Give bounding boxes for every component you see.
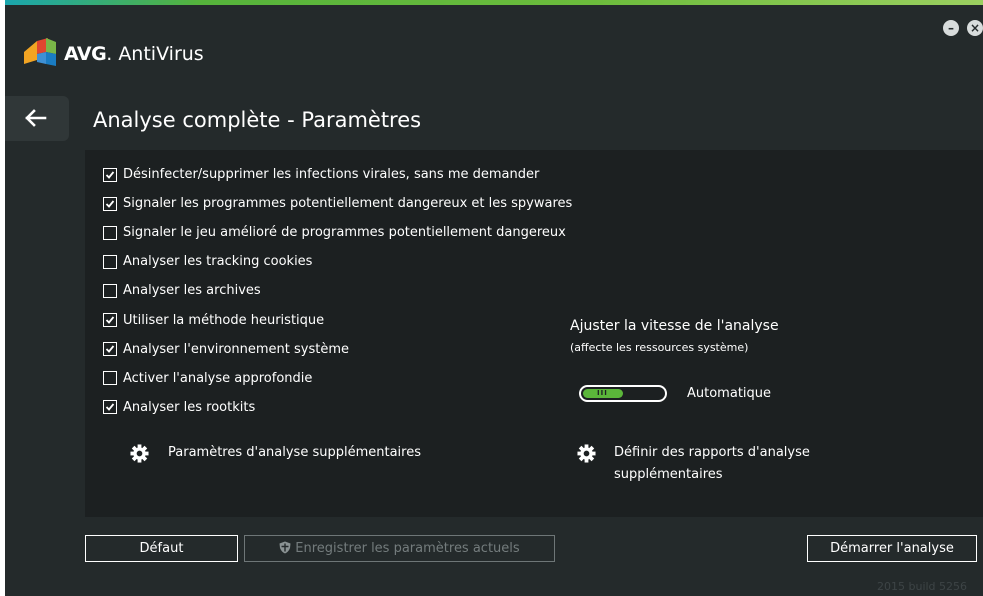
option-system-environment[interactable]: Analyser l'environnement système bbox=[103, 335, 572, 364]
option-archives[interactable]: Analyser les archives bbox=[103, 276, 572, 305]
page-title: Analyse complète - Paramètres bbox=[93, 108, 422, 132]
option-label: Analyser les rootkits bbox=[123, 399, 256, 415]
start-scan-button[interactable]: Démarrer l'analyse bbox=[807, 535, 977, 562]
option-label: Activer l'analyse approfondie bbox=[123, 370, 313, 386]
checkbox[interactable] bbox=[103, 167, 117, 182]
back-button[interactable] bbox=[5, 96, 69, 141]
checkbox[interactable] bbox=[103, 400, 117, 415]
app-title: AVG. AntiVirus bbox=[64, 43, 204, 65]
speed-slider[interactable]: III bbox=[579, 385, 667, 402]
check-icon bbox=[105, 170, 115, 179]
checkbox[interactable] bbox=[103, 371, 117, 386]
slider-grip-icon[interactable]: III bbox=[597, 389, 608, 398]
additional-settings-link[interactable]: Paramètres d'analyse supplémentaires bbox=[168, 442, 421, 464]
title-accent-bar bbox=[5, 0, 983, 5]
option-thorough-scan[interactable]: Activer l'analyse approfondie bbox=[103, 364, 572, 393]
app-brand: AVG bbox=[64, 43, 107, 65]
app-product: AntiVirus bbox=[118, 43, 204, 65]
option-label: Signaler les programmes potentiellement … bbox=[123, 196, 573, 212]
option-label: Analyser les tracking cookies bbox=[123, 254, 313, 270]
option-disinfect[interactable]: Désinfecter/supprimer les infections vir… bbox=[103, 160, 572, 189]
gear-icon[interactable] bbox=[577, 444, 596, 463]
checkbox[interactable] bbox=[103, 313, 117, 328]
gear-icon[interactable] bbox=[130, 444, 149, 463]
option-label: Analyser les archives bbox=[123, 283, 261, 299]
scan-options-list: Désinfecter/supprimer les infections vir… bbox=[103, 160, 572, 422]
option-tracking-cookies[interactable]: Analyser les tracking cookies bbox=[103, 247, 572, 276]
check-icon bbox=[105, 316, 115, 324]
option-label: Signaler le jeu amélioré de programmes p… bbox=[123, 225, 566, 241]
build-label: 2015 build 5256 bbox=[877, 580, 968, 593]
close-button[interactable]: × bbox=[967, 20, 983, 36]
checkbox[interactable] bbox=[103, 342, 117, 357]
additional-reports-link[interactable]: Définir des rapports d'analyse supplémen… bbox=[614, 442, 874, 486]
speed-title: Ajuster la vitesse de l'analyse bbox=[570, 318, 779, 334]
option-label: Utiliser la méthode heuristique bbox=[123, 312, 325, 328]
option-label: Analyser l'environnement système bbox=[123, 341, 349, 357]
app-window: – × AVG. AntiVirus Analyse complète - Pa… bbox=[5, 0, 983, 596]
save-settings-button[interactable]: Enregistrer les paramètres actuels bbox=[244, 535, 555, 562]
option-label: Désinfecter/supprimer les infections vir… bbox=[123, 167, 540, 183]
checkbox[interactable] bbox=[103, 254, 117, 269]
minimize-button[interactable]: – bbox=[943, 20, 959, 36]
checkbox[interactable] bbox=[103, 196, 117, 211]
speed-subtitle: (affecte les ressources système) bbox=[570, 341, 749, 354]
checkbox[interactable] bbox=[103, 283, 117, 298]
default-button[interactable]: Défaut bbox=[85, 535, 238, 562]
check-icon bbox=[105, 200, 115, 208]
check-icon bbox=[105, 345, 115, 353]
save-settings-label: Enregistrer les paramètres actuels bbox=[295, 541, 520, 556]
option-enhanced-pup[interactable]: Signaler le jeu amélioré de programmes p… bbox=[103, 218, 572, 247]
check-icon bbox=[105, 403, 115, 412]
speed-value-label: Automatique bbox=[687, 386, 772, 401]
shield-icon bbox=[279, 541, 291, 554]
back-arrow-icon bbox=[25, 109, 47, 127]
option-report-pup[interactable]: Signaler les programmes potentiellement … bbox=[103, 189, 572, 218]
option-heuristics[interactable]: Utiliser la méthode heuristique bbox=[103, 305, 572, 334]
option-rootkits[interactable]: Analyser les rootkits bbox=[103, 393, 572, 422]
checkbox[interactable] bbox=[103, 225, 117, 240]
avg-logo-icon bbox=[24, 38, 56, 66]
